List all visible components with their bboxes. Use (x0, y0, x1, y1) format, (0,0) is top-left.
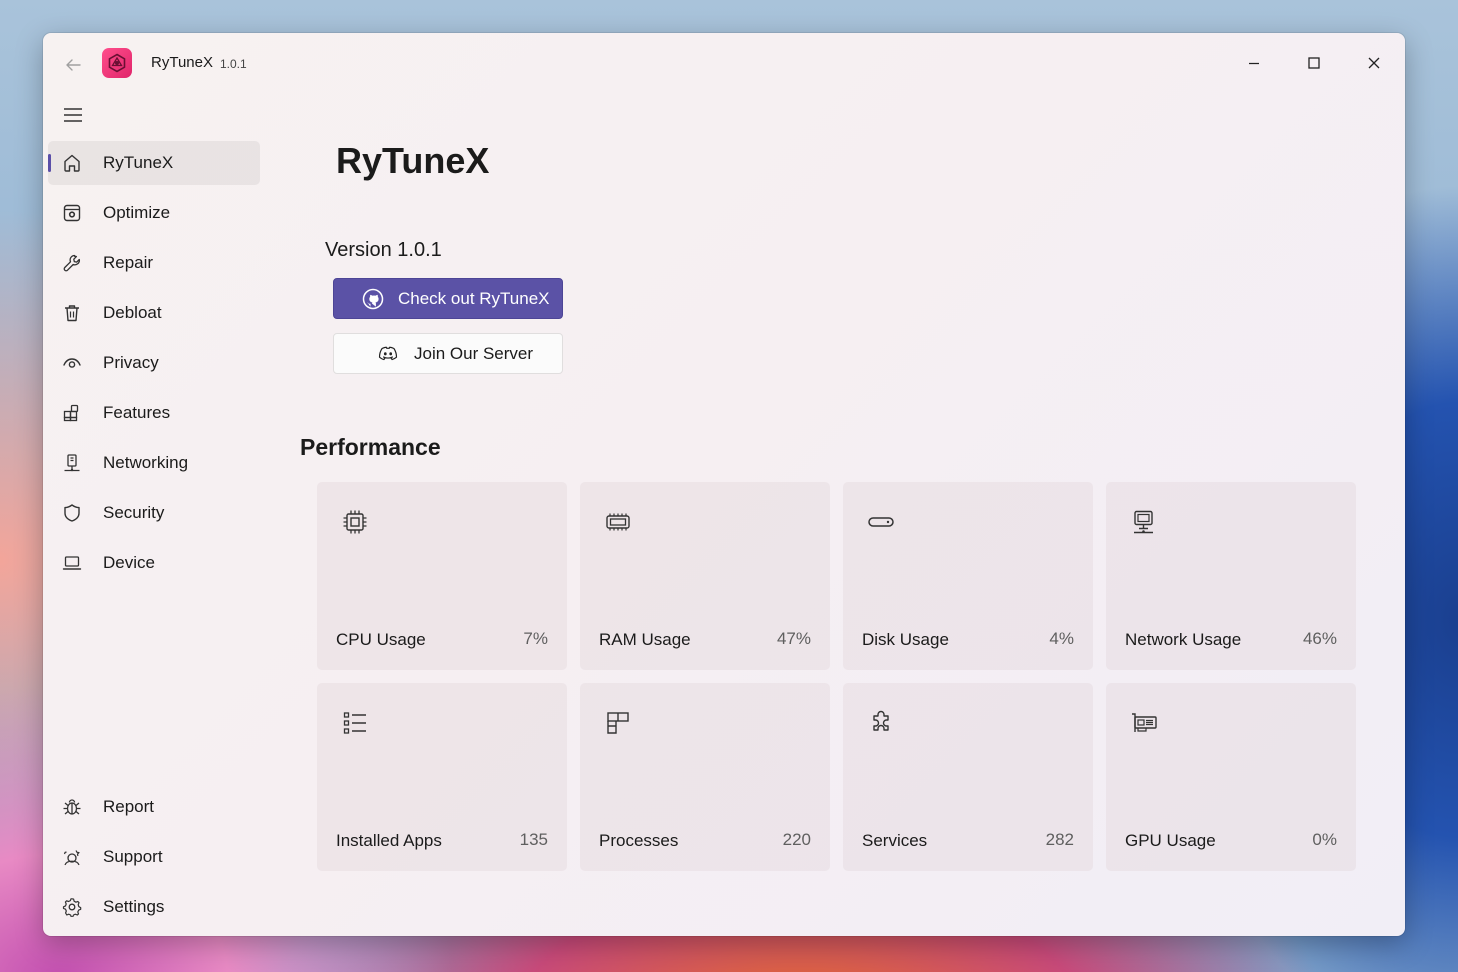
maximize-icon (1308, 57, 1320, 69)
sidebar-item-repair[interactable]: Repair (48, 241, 260, 285)
ram-usage-card: RAM Usage 47% (580, 482, 830, 670)
card-label: RAM Usage (599, 630, 691, 649)
card-label: Processes (599, 831, 679, 850)
back-button[interactable] (59, 51, 87, 79)
sidebar-item-settings[interactable]: Settings (48, 885, 260, 929)
title-bar: RyTuneX 1.0.1 (43, 33, 1405, 93)
back-arrow-icon (66, 59, 81, 71)
sidebar-item-label: Settings (103, 897, 165, 916)
page-title: RyTuneX (336, 140, 490, 181)
list-icon (341, 709, 369, 737)
ram-icon (604, 508, 632, 536)
card-value: 0% (1312, 830, 1337, 849)
puzzle-icon (867, 709, 895, 737)
cpu-icon (341, 508, 369, 536)
sidebar-item-privacy[interactable]: Privacy (48, 341, 260, 385)
discord-button-label: Join Our Server (414, 344, 534, 363)
app-logo (102, 48, 132, 78)
maximize-button[interactable] (1291, 47, 1337, 79)
version-text: Version 1.0.1 (325, 239, 442, 261)
close-button[interactable] (1351, 47, 1397, 79)
minimize-icon (1249, 62, 1259, 65)
optimize-icon (61, 202, 83, 224)
gpu-usage-card: GPU Usage 0% (1106, 683, 1356, 871)
laptop-icon (61, 552, 83, 574)
sidebar-item-features[interactable]: Features (48, 391, 260, 435)
sidebar-item-report[interactable]: Report (48, 785, 260, 829)
sidebar-item-label: Support (103, 847, 163, 866)
app-window: RyTuneX 1.0.1 RyTuneX Optimize Repair De… (43, 33, 1405, 936)
home-icon (61, 152, 83, 174)
services-card: Services 282 (843, 683, 1093, 871)
sidebar-item-label: Optimize (103, 203, 171, 222)
sidebar-item-label: Privacy (103, 353, 159, 372)
card-label: Disk Usage (862, 630, 949, 649)
sidebar-item-security[interactable]: Security (48, 491, 260, 535)
network-monitor-icon (1130, 508, 1158, 536)
sidebar-item-device[interactable]: Device (48, 541, 260, 585)
gpu-icon (1130, 709, 1158, 737)
card-label: Installed Apps (336, 831, 442, 850)
network-usage-card: Network Usage 46% (1106, 482, 1356, 670)
sidebar-item-label: Repair (103, 253, 154, 272)
card-value: 282 (1045, 830, 1074, 849)
sidebar-item-support[interactable]: Support (48, 835, 260, 879)
sidebar-item-label: RyTuneX (103, 153, 174, 172)
gear-icon (61, 896, 83, 918)
wrench-icon (61, 252, 83, 274)
card-label: Network Usage (1125, 630, 1242, 649)
sidebar-item-optimize[interactable]: Optimize (48, 191, 260, 235)
card-value: 220 (782, 830, 811, 849)
menu-toggle-button[interactable] (59, 101, 87, 129)
card-value: 135 (519, 830, 548, 849)
eye-icon (61, 352, 83, 374)
hamburger-icon (64, 108, 82, 122)
network-icon (61, 452, 83, 474)
sidebar-item-rytunex[interactable]: RyTuneX (48, 141, 260, 185)
discord-button[interactable]: Join Our Server (333, 333, 563, 374)
app-version: 1.0.1 (220, 57, 247, 71)
trash-icon (61, 302, 83, 324)
sidebar-item-label: Device (103, 553, 155, 572)
installed-apps-card: Installed Apps 135 (317, 683, 567, 871)
github-icon (362, 288, 384, 310)
card-value: 46% (1302, 629, 1337, 648)
close-icon (1368, 57, 1380, 69)
sidebar-item-label: Features (103, 403, 171, 422)
card-label: CPU Usage (336, 630, 426, 649)
cpu-usage-card: CPU Usage 7% (317, 482, 567, 670)
shield-icon (61, 502, 83, 524)
discord-icon (377, 343, 399, 365)
card-label: GPU Usage (1125, 831, 1216, 850)
sidebar-item-debloat[interactable]: Debloat (48, 291, 260, 335)
sidebar-item-label: Debloat (103, 303, 162, 322)
card-label: Services (862, 831, 928, 850)
logo-icon (108, 53, 126, 73)
disk-usage-card: Disk Usage 4% (843, 482, 1093, 670)
sidebar-item-label: Networking (103, 453, 189, 472)
card-value: 47% (776, 629, 811, 648)
minimize-button[interactable] (1231, 47, 1277, 79)
card-value: 7% (523, 629, 548, 648)
selection-indicator (48, 154, 51, 172)
disk-icon (867, 508, 895, 536)
performance-heading: Performance (300, 434, 441, 460)
sidebar-item-label: Security (103, 503, 165, 522)
bug-icon (61, 796, 83, 818)
processes-card: Processes 220 (580, 683, 830, 871)
processes-icon (604, 709, 632, 737)
app-title: RyTuneX (151, 54, 213, 71)
sidebar-item-networking[interactable]: Networking (48, 441, 260, 485)
apps-add-icon (61, 402, 83, 424)
support-icon (61, 846, 83, 868)
card-value: 4% (1049, 629, 1074, 648)
github-button-label: Check out RyTuneX (398, 289, 550, 308)
github-button[interactable]: Check out RyTuneX (333, 278, 563, 319)
sidebar-item-label: Report (103, 797, 155, 816)
